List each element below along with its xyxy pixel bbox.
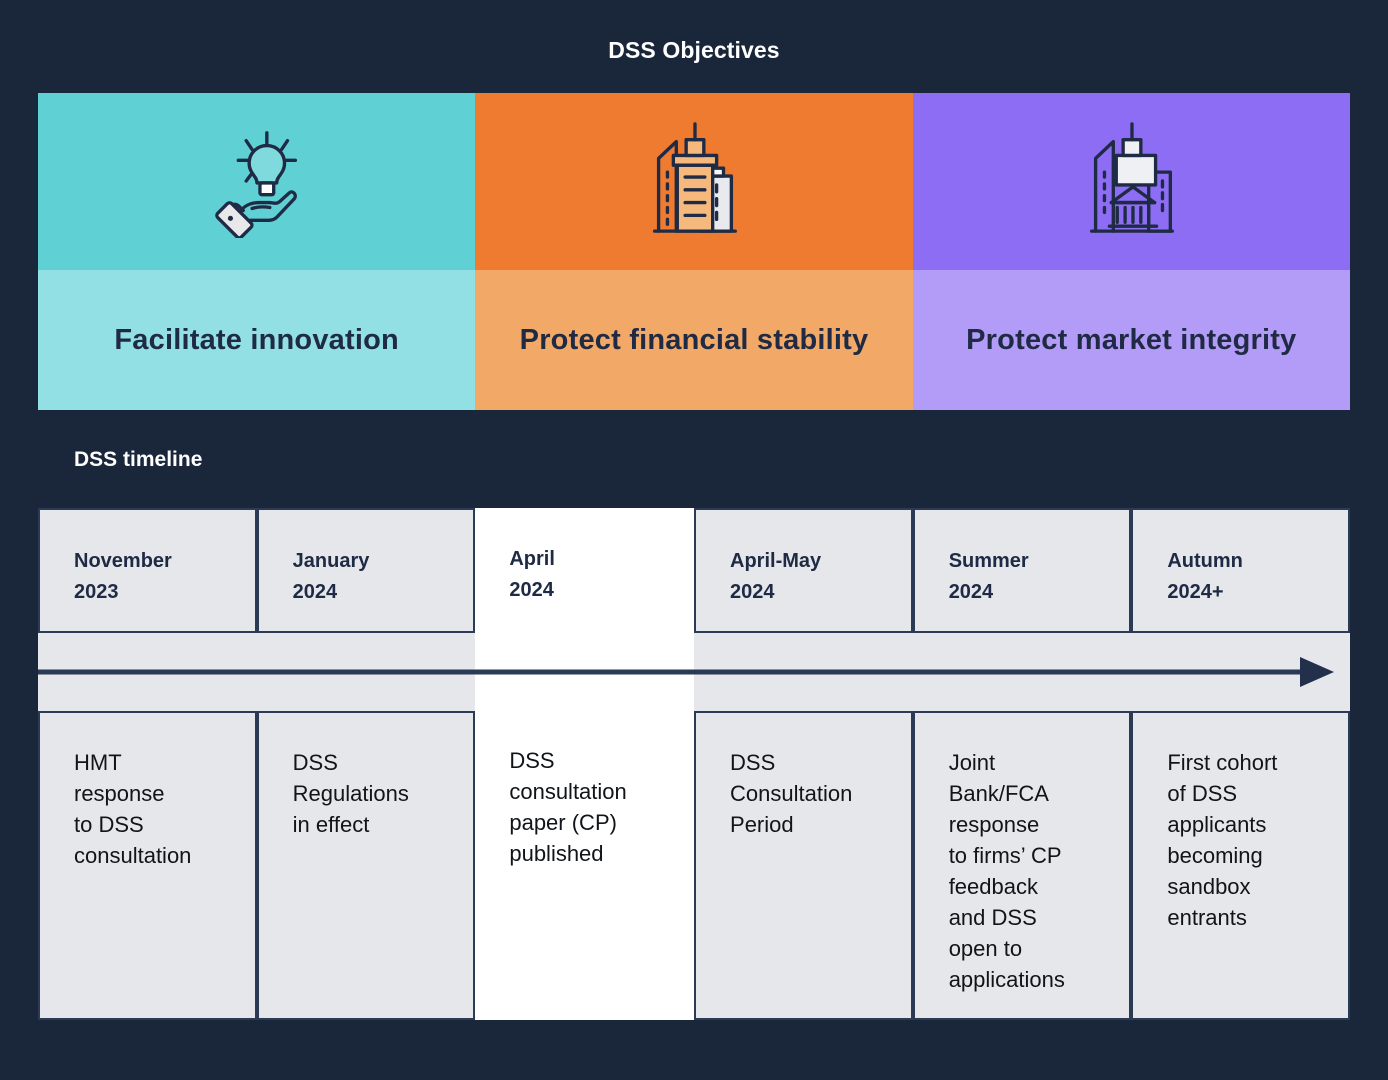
lightbulb-in-hand-icon [198,120,316,243]
objectives-panel-group: Facilitate innovation Protect financial … [38,93,1350,410]
timeline-arrow-cell [694,633,913,711]
timeline-period-cell: Autumn 2024+ [1131,508,1351,633]
timeline-period-label: Summer 2024 [948,550,1029,603]
timeline-heading: DSS timeline [74,448,203,471]
timeline-period-label: April-May 2024 [730,550,822,603]
timeline-period-cell: Summer 2024 [912,508,1132,633]
timeline-column-november-2023: November 2023 HMT response to DSS consul… [38,508,257,1020]
timeline-event-text: HMT response to DSS consultation [74,750,192,868]
timeline-period-cell: April 2024 [475,508,695,633]
classical-bank-building-icon [1072,120,1190,243]
objective-icon-band [912,93,1350,270]
timeline-arrow-cell [1131,633,1351,711]
timeline-period-label: January 2024 [292,550,370,603]
objective-icon-band [38,93,476,270]
timeline-column-april-2024: April 2024 DSS consultation paper (CP) p… [475,508,695,1020]
objective-label-band: Protect market integrity [912,270,1350,410]
timeline-period-cell: November 2023 [38,508,257,633]
timeline-arrow-cell [912,633,1132,711]
timeline-event-cell: HMT response to DSS consultation [38,711,257,1020]
timeline-period-label: November 2023 [74,550,172,603]
objective-label-band: Facilitate innovation [38,270,476,410]
page-title: DSS Objectives [608,37,780,63]
objective-label: Facilitate innovation [114,323,399,356]
timeline-arrow-cell [475,633,695,711]
objective-label-band: Protect financial stability [475,270,913,410]
timeline-event-text: DSS Consultation Period [730,750,853,837]
timeline-column-autumn-2024-plus: Autumn 2024+ First cohort of DSS applica… [1131,508,1351,1020]
objective-label: Protect market integrity [966,323,1297,356]
timeline-column-january-2024: January 2024 DSS Regulations in effect [256,508,476,1020]
objective-icon-band [475,93,913,270]
timeline-table: November 2023 HMT response to DSS consul… [38,508,1351,1020]
objective-label: Protect financial stability [519,323,869,356]
timeline-period-cell: April-May 2024 [694,508,913,633]
city-buildings-icon [635,120,753,243]
timeline-arrow-cell [38,633,257,711]
timeline-event-cell: Joint Bank/FCA response to firms’ CP fee… [912,711,1132,1020]
timeline-event-cell: DSS Consultation Period [694,711,913,1020]
timeline-period-label: Autumn 2024+ [1167,550,1243,603]
timeline-column-april-may-2024: April-May 2024 DSS Consultation Period [694,508,913,1020]
objective-card-facilitate-innovation: Facilitate innovation [38,93,476,410]
timeline-period-cell: January 2024 [256,508,476,633]
objective-card-protect-market-integrity: Protect market integrity [912,93,1350,410]
timeline-event-text: Joint Bank/FCA response to firms’ CP fee… [948,750,1065,992]
timeline-column-summer-2024: Summer 2024 Joint Bank/FCA response to f… [912,508,1132,1020]
objective-card-protect-financial-stability: Protect financial stability [475,93,913,410]
timeline-event-text: DSS consultation paper (CP) published [509,748,627,866]
timeline-event-cell: First cohort of DSS applicants becoming … [1131,711,1351,1020]
timeline-arrow-cell [256,633,476,711]
timeline-event-text: First cohort of DSS applicants becoming … [1167,750,1278,930]
timeline-event-text: DSS Regulations in effect [292,750,409,837]
timeline-event-cell: DSS Regulations in effect [256,711,476,1020]
timeline-event-cell: DSS consultation paper (CP) published [475,711,695,1020]
timeline-period-label: April 2024 [509,548,555,601]
